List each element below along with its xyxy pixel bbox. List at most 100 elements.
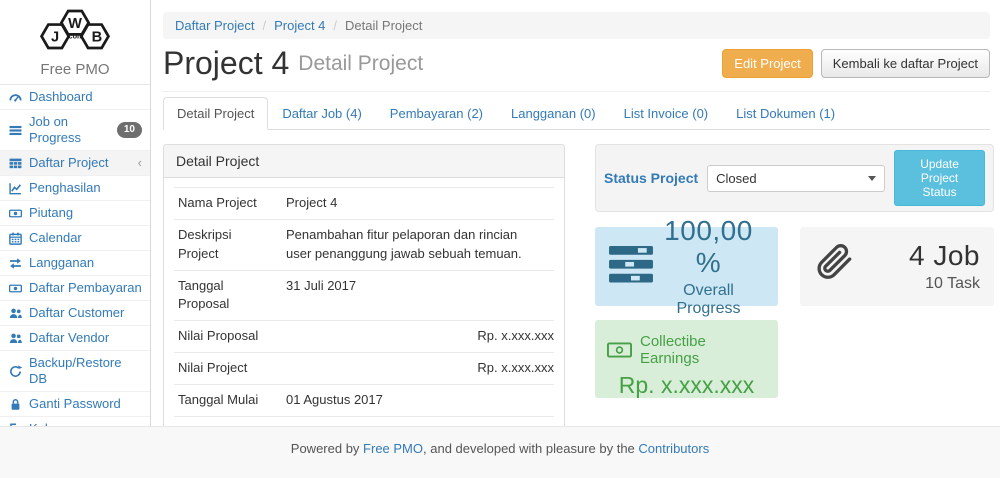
money-icon [8, 207, 22, 220]
row-label: Nama Project [174, 188, 282, 220]
lock-icon [8, 398, 22, 411]
table-icon [8, 157, 22, 170]
calendar-icon [8, 232, 22, 245]
status-project-label: Status Project [604, 170, 698, 186]
jobs-value: 4 Job [856, 240, 980, 272]
status-select[interactable]: Closed [707, 165, 885, 192]
status-well: Status Project Closed Update Project Sta… [595, 144, 994, 212]
tab-pembayaran-2[interactable]: Pembayaran (2) [376, 97, 497, 130]
chevron-left-icon: ‹ [138, 155, 142, 171]
sidebar-item-piutang[interactable]: Piutang [0, 201, 150, 226]
table-row: Nama ProjectProject 4 [174, 188, 554, 220]
table-row: Nilai ProposalRp. x.xxx.xxx [174, 321, 554, 353]
progress-value: 100,00 % [653, 215, 764, 279]
back-to-list-button[interactable]: Kembali ke daftar Project [821, 49, 990, 78]
sidebar-item-daftar-customer[interactable]: Daftar Customer [0, 301, 150, 326]
sidebar-item-job-on-progress[interactable]: Job on Progress 10 [0, 110, 150, 151]
table-row: Tanggal Proposal31 Juli 2017 [174, 270, 554, 321]
detail-table: Nama ProjectProject 4Deskripsi ProjectPe… [174, 187, 554, 426]
row-value: 16 Agustus 2017 [282, 416, 554, 426]
row-value: Rp. x.xxx.xxx [282, 321, 554, 353]
sidebar-nav: Dashboard Job on Progress 10 Daftar Project… [0, 85, 150, 442]
sidebar-item-label: Job on Progress [29, 114, 110, 146]
row-label: Deskripsi Project [174, 219, 282, 270]
earnings-value: Rp. x.xxx.xxx [607, 372, 766, 399]
breadcrumb-item-project-4[interactable]: Project 4 [254, 18, 325, 33]
progress-caption: Overall Progress [653, 282, 764, 318]
tab-langganan-0[interactable]: Langganan (0) [497, 97, 610, 130]
page-header: Project 4 Detail Project Edit Project Ke… [151, 39, 1000, 82]
sidebar-item-label: Daftar Project [29, 155, 108, 171]
main-content: Daftar ProjectProject 4Detail Project Pr… [150, 0, 1000, 426]
row-label: Nilai Proposal [174, 321, 282, 353]
money-icon [8, 282, 22, 295]
earnings-card: Collectibe Earnings Rp. x.xxx.xxx [595, 320, 778, 398]
sidebar-item-label: Ganti Password [29, 396, 121, 412]
sidebar-item-langganan[interactable]: Langganan [0, 251, 150, 276]
chart-icon [8, 182, 22, 195]
retweet-icon [8, 257, 22, 270]
dashboard-icon [8, 91, 22, 104]
progress-card: 100,00 % Overall Progress [595, 227, 778, 306]
sidebar-item-penghasilan[interactable]: Penghasilan [0, 176, 150, 201]
dropdown-caret-icon [868, 176, 876, 181]
row-label: Tanggal Proposal [174, 270, 282, 321]
edit-project-button[interactable]: Edit Project [722, 49, 812, 78]
detail-panel: Detail Project Nama ProjectProject 4Desk… [163, 144, 565, 426]
brand-name: Free PMO [4, 61, 146, 78]
sidebar-item-label: Dashboard [29, 89, 93, 105]
tab-list-invoice-0[interactable]: List Invoice (0) [610, 97, 723, 130]
jobs-caption: 10 Task [856, 275, 980, 293]
row-label: Tanggal Selesai [174, 416, 282, 426]
sidebar-item-label: Penghasilan [29, 180, 101, 196]
jwb-logo: J W B .com [32, 7, 118, 53]
sidebar-item-label: Piutang [29, 205, 73, 221]
count-badge: 10 [117, 122, 142, 138]
breadcrumb-item-daftar-project[interactable]: Daftar Project [175, 18, 254, 33]
contributors-link[interactable]: Contributors [638, 441, 709, 456]
tab-daftar-job-4[interactable]: Daftar Job (4) [268, 97, 375, 130]
users-icon [8, 307, 22, 320]
earnings-caption: Collectibe Earnings [640, 333, 766, 367]
sidebar-item-label: Langganan [29, 255, 94, 271]
breadcrumb: Daftar ProjectProject 4Detail Project [163, 12, 990, 39]
powered-by-text: Powered by [291, 441, 363, 456]
sidebar-item-daftar-project[interactable]: Daftar Project ‹ [0, 151, 150, 176]
breadcrumb-item-detail-project: Detail Project [325, 18, 422, 33]
detail-table-body: Nama ProjectProject 4Deskripsi ProjectPe… [174, 188, 554, 427]
jobs-card: 4 Job 10 Task [800, 227, 994, 306]
footer: Powered by Free PMO, and developed with … [0, 426, 1000, 478]
svg-text:B: B [92, 30, 103, 46]
sidebar-item-dashboard[interactable]: Dashboard [0, 85, 150, 110]
logo-block: J W B .com Free PMO [0, 0, 150, 85]
tab-list-dokumen-1[interactable]: List Dokumen (1) [722, 97, 849, 130]
sidebar-item-daftar-vendor[interactable]: Daftar Vendor [0, 326, 150, 351]
sidebar-item-calendar[interactable]: Calendar [0, 226, 150, 251]
sidebar-item-backup-restore-db[interactable]: Backup/Restore DB [0, 351, 150, 392]
status-select-value: Closed [716, 171, 756, 186]
table-row: Tanggal Selesai16 Agustus 2017 [174, 416, 554, 426]
row-value: Project 4 [282, 188, 554, 220]
detail-panel-title: Detail Project [164, 145, 564, 178]
sidebar-item-label: Daftar Customer [29, 305, 124, 321]
sidebar-item-daftar-pembayaran[interactable]: Daftar Pembayaran [0, 276, 150, 301]
tasks-icon [609, 246, 653, 288]
table-row: Tanggal Mulai01 Agustus 2017 [174, 384, 554, 416]
free-pmo-link[interactable]: Free PMO [363, 441, 423, 456]
page-title: Project 4 [163, 45, 289, 82]
sidebar-item-label: Daftar Pembayaran [29, 280, 142, 296]
svg-text:.com: .com [66, 31, 84, 40]
svg-text:J: J [51, 30, 59, 46]
tab-detail-project[interactable]: Detail Project [163, 97, 268, 130]
sidebar-item-ganti-password[interactable]: Ganti Password [0, 392, 150, 417]
sidebar: J W B .com Free PMO Dashboard Job on Prog… [0, 0, 150, 426]
update-status-button[interactable]: Update Project Status [894, 150, 985, 206]
developed-by-text: , and developed with pleasure by the [423, 441, 638, 456]
tab-bar: Detail ProjectDaftar Job (4)Pembayaran (… [163, 97, 990, 130]
banknote-icon [607, 342, 632, 358]
row-label: Nilai Project [174, 353, 282, 385]
bars-icon [8, 124, 22, 137]
row-label: Tanggal Mulai [174, 384, 282, 416]
svg-text:W: W [68, 16, 82, 32]
row-value: 31 Juli 2017 [282, 270, 554, 321]
